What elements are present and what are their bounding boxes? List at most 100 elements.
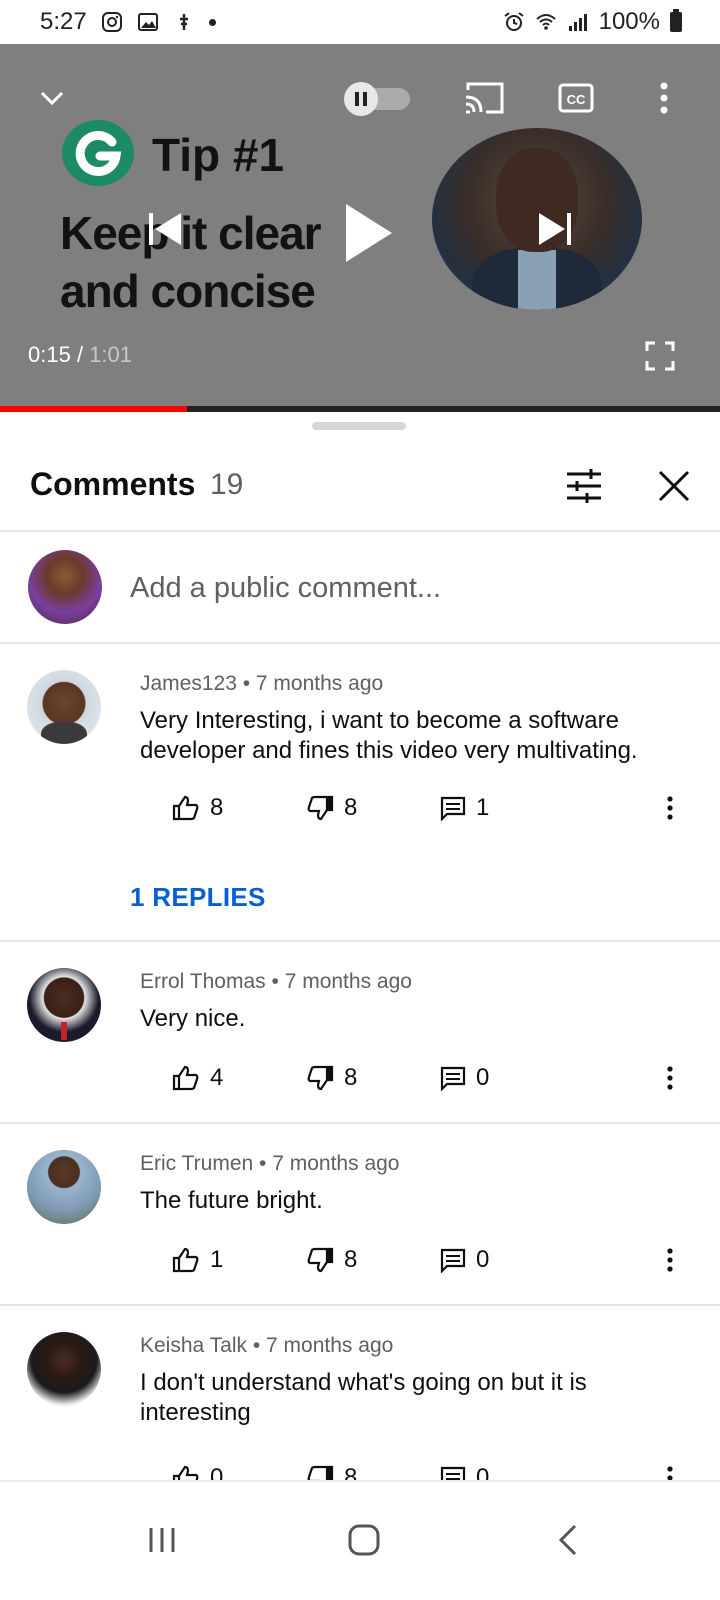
- comment-author[interactable]: Errol Thomas: [140, 970, 266, 993]
- comment-more-button[interactable]: [660, 1058, 680, 1098]
- comment-author[interactable]: Eric Trumen: [140, 1152, 253, 1175]
- comment-actions: 1 8 0: [0, 1240, 720, 1280]
- reply-button[interactable]: 1: [440, 788, 489, 828]
- fullscreen-icon: [645, 341, 675, 371]
- status-dot-icon: [208, 18, 216, 26]
- brand-logo: [62, 120, 134, 186]
- thumb-down-icon: [307, 1065, 334, 1091]
- comment-age: 7 months ago: [272, 1152, 400, 1175]
- comment-reply-icon: [440, 1066, 466, 1091]
- comment-composer: [0, 532, 720, 642]
- comment-item: Keisha Talk • 7 months ago I don't under…: [0, 1306, 720, 1482]
- more-vert-icon: [660, 82, 668, 114]
- comments-count: 19: [210, 468, 244, 501]
- dislike-button[interactable]: 8: [306, 1458, 357, 1482]
- comment-text: Very nice.: [140, 1005, 246, 1032]
- like-count: 1: [210, 1246, 224, 1273]
- comment-author[interactable]: James123: [140, 672, 237, 695]
- comment-age: 7 months ago: [284, 970, 412, 993]
- recent-apps-button[interactable]: [134, 1512, 190, 1568]
- avatar-tie: [61, 1022, 67, 1040]
- like-button[interactable]: 8: [172, 788, 223, 828]
- dislike-count: 8: [344, 1246, 358, 1273]
- cast-button[interactable]: [460, 76, 508, 120]
- reply-count: 0: [476, 1246, 490, 1273]
- comment-author[interactable]: Keisha Talk: [140, 1334, 247, 1357]
- time-total: 1:01: [89, 342, 132, 367]
- video-player[interactable]: Tip #1 Keep it clear and concise CC 0:15…: [0, 44, 720, 412]
- gallery-icon: [137, 13, 158, 31]
- thumb-up-icon: [172, 1247, 199, 1273]
- status-right: 100%: [503, 8, 682, 36]
- battery-icon: [670, 9, 682, 32]
- skip-next-icon: [539, 213, 571, 245]
- comment-more-button[interactable]: [660, 1240, 680, 1280]
- play-button[interactable]: [338, 198, 398, 268]
- previous-video-button[interactable]: [140, 204, 190, 254]
- comment-reply-icon: [440, 796, 466, 821]
- drag-handle[interactable]: [312, 422, 406, 430]
- presenter-collar: [518, 250, 556, 310]
- back-button[interactable]: [540, 1512, 596, 1568]
- more-vert-icon: [667, 1066, 673, 1090]
- reply-button[interactable]: 0: [440, 1058, 489, 1098]
- autoplay-toggle[interactable]: [344, 82, 416, 116]
- dislike-button[interactable]: 8: [306, 1240, 357, 1280]
- like-button[interactable]: 4: [172, 1058, 223, 1098]
- alarm-icon: [504, 12, 524, 31]
- comment-text: The future bright.: [140, 1187, 323, 1214]
- player-more-button[interactable]: [648, 78, 680, 118]
- thumb-down-icon: [307, 1247, 334, 1273]
- comment-actions: 0 8 0: [0, 1458, 720, 1482]
- commenter-avatar[interactable]: [27, 1150, 101, 1224]
- reply-button[interactable]: 0: [440, 1240, 489, 1280]
- comment-age: 7 months ago: [255, 672, 384, 695]
- more-vert-icon: [667, 1248, 673, 1272]
- more-vert-icon: [667, 796, 673, 820]
- recent-apps-icon: [149, 1528, 175, 1552]
- thumb-down-icon: [307, 795, 334, 821]
- captions-button[interactable]: CC: [556, 80, 596, 116]
- commenter-avatar[interactable]: [27, 670, 101, 744]
- comment-more-button[interactable]: [660, 1458, 680, 1482]
- status-bar: 5:27 100%: [0, 0, 720, 44]
- comment-item: Errol Thomas • 7 months ago Very nice. 4…: [0, 942, 720, 1122]
- close-comments-button[interactable]: [652, 464, 696, 508]
- reply-count: 1: [476, 794, 490, 821]
- commenter-avatar[interactable]: [27, 968, 101, 1042]
- comment-age: 7 months ago: [266, 1334, 394, 1357]
- comments-header: Comments 19: [0, 448, 720, 532]
- comment-more-button[interactable]: [660, 788, 680, 828]
- collapse-player-button[interactable]: [32, 78, 72, 118]
- chevron-down-icon: [40, 91, 64, 106]
- reply-button[interactable]: 0: [440, 1458, 489, 1482]
- dislike-button[interactable]: 8: [306, 788, 357, 828]
- video-headline: Keep it clear and concise: [60, 204, 322, 320]
- comments-sheet: Comments 19 James123 • 7 months ago Very…: [0, 412, 720, 1512]
- brand-g-mark: [75, 131, 122, 176]
- pause-icon: [355, 92, 367, 106]
- dislike-count: 8: [344, 794, 358, 821]
- svg-text:CC: CC: [567, 92, 586, 107]
- comment-text: I don't understand what's going on but i…: [140, 1369, 587, 1426]
- battery-percent: 100%: [598, 8, 660, 35]
- video-headline-line-2: and concise: [60, 265, 316, 317]
- like-count: 8: [210, 794, 224, 821]
- comment-actions: 8 8 1: [0, 788, 720, 828]
- commenter-avatar[interactable]: [27, 1332, 101, 1406]
- next-video-button[interactable]: [530, 204, 580, 254]
- comment-actions: 4 8 0: [0, 1058, 720, 1098]
- add-comment-input[interactable]: [130, 568, 690, 608]
- comment-meta: Keisha Talk • 7 months ago: [140, 1334, 394, 1357]
- home-button[interactable]: [336, 1512, 392, 1568]
- close-icon: [658, 470, 690, 502]
- comment-reply-icon: [440, 1248, 466, 1273]
- app-notification-icon: [179, 14, 188, 30]
- sort-comments-button[interactable]: [562, 464, 606, 508]
- dislike-button[interactable]: 8: [306, 1058, 357, 1098]
- autoplay-toggle-knob: [344, 82, 378, 116]
- fullscreen-button[interactable]: [640, 336, 680, 376]
- like-button[interactable]: 1: [172, 1240, 223, 1280]
- like-button[interactable]: 0: [172, 1458, 223, 1482]
- view-replies-link[interactable]: 1 REPLIES: [130, 882, 266, 913]
